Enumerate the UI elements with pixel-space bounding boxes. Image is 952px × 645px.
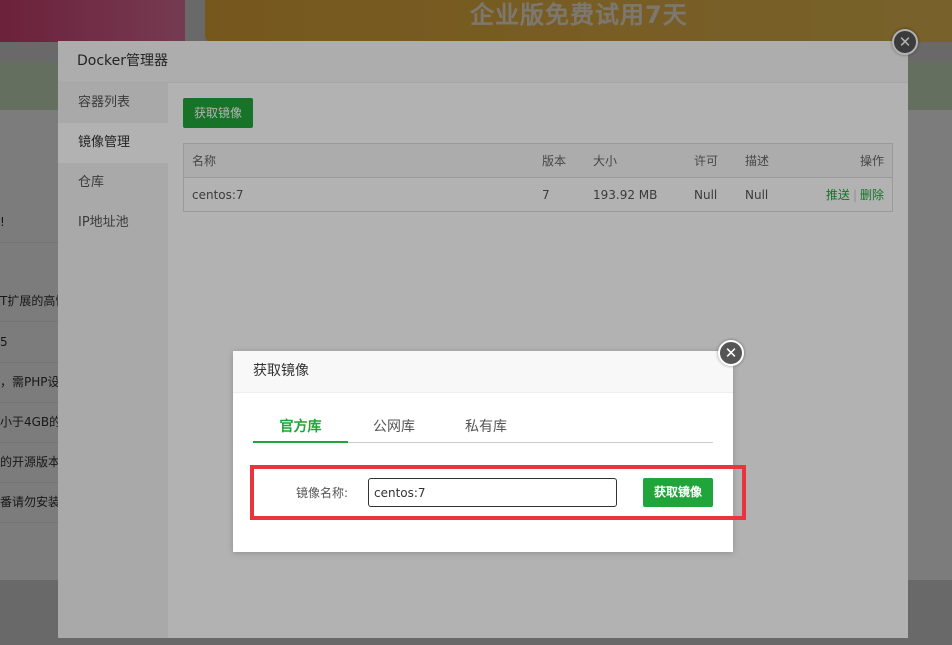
- dialog-title: 获取镜像: [233, 351, 733, 393]
- image-name-input[interactable]: [368, 478, 617, 507]
- tab-public[interactable]: 公网库: [348, 414, 440, 441]
- image-name-form-row: 镜像名称: 获取镜像: [253, 478, 713, 508]
- image-name-label: 镜像名称:: [295, 486, 348, 500]
- source-tabs: 官方库 公网库 私有库: [253, 414, 713, 443]
- fetch-image-dialog: 获取镜像 官方库 公网库 私有库 镜像名称: 获取镜像: [233, 351, 733, 552]
- tab-official[interactable]: 官方库: [253, 414, 348, 443]
- close-icon[interactable]: ✕: [718, 340, 744, 366]
- tab-private[interactable]: 私有库: [440, 414, 532, 441]
- dialog-fetch-button[interactable]: 获取镜像: [643, 478, 713, 507]
